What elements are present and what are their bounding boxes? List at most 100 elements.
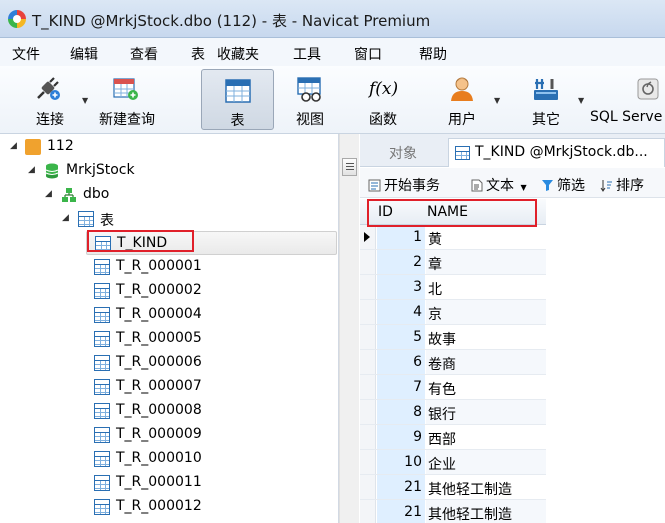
- menu-favorites[interactable]: 收藏夹: [217, 44, 259, 64]
- cell-id[interactable]: 9: [377, 425, 425, 449]
- filter-icon: [542, 180, 553, 191]
- cell-name[interactable]: 西部: [426, 425, 546, 449]
- expand-arrow-icon[interactable]: ◢: [28, 165, 35, 175]
- view-button[interactable]: 视图: [281, 66, 339, 130]
- cell-name[interactable]: 其他轻工制造: [426, 475, 546, 499]
- sort-button[interactable]: 排序: [600, 175, 644, 195]
- filter-button[interactable]: 筛选: [541, 175, 585, 195]
- cell-name[interactable]: 黄: [426, 225, 546, 249]
- connect-button[interactable]: 连接: [20, 66, 80, 130]
- cell-id[interactable]: 6: [377, 350, 425, 374]
- user-dropdown-icon[interactable]: ▼: [494, 96, 500, 105]
- tree-table-item[interactable]: T_R_000012: [86, 495, 337, 519]
- cell-id[interactable]: 3: [377, 275, 425, 299]
- cell-name[interactable]: 章: [426, 250, 546, 274]
- sql-server-button[interactable]: SQL Serve: [590, 66, 665, 130]
- cell-name[interactable]: 银行: [426, 400, 546, 424]
- cell-id[interactable]: 2: [377, 250, 425, 274]
- table-row[interactable]: 10 企业: [360, 450, 546, 475]
- cell-name[interactable]: 卷商: [426, 350, 546, 374]
- table-row[interactable]: 4 京: [360, 300, 546, 325]
- cell-name[interactable]: 北: [426, 275, 546, 299]
- tree-table-item[interactable]: T_R_000007: [86, 375, 337, 399]
- tree-table-item[interactable]: T_R_000005: [86, 327, 337, 351]
- cell-name[interactable]: 故事: [426, 325, 546, 349]
- menu-help[interactable]: 帮助: [419, 44, 447, 64]
- tree-tables-label: 表: [100, 213, 114, 229]
- tree-table-item[interactable]: T_R_000008: [86, 399, 337, 423]
- tab-objects[interactable]: 对象: [360, 138, 446, 167]
- expand-arrow-icon[interactable]: ◢: [45, 189, 52, 199]
- table-row[interactable]: 21 其他轻工制造: [360, 500, 546, 523]
- menu-file[interactable]: 文件: [12, 44, 40, 64]
- row-indicator: [360, 500, 376, 523]
- tree-table-item[interactable]: T_R_000001: [86, 255, 337, 279]
- cell-id[interactable]: 8: [377, 400, 425, 424]
- tree-table-item[interactable]: T_R_000002: [86, 279, 337, 303]
- text-button[interactable]: 文本 ▼: [470, 175, 527, 195]
- table-row[interactable]: 2 章: [360, 250, 546, 275]
- table-name: T_R_000010: [116, 450, 202, 466]
- expand-arrow-icon[interactable]: ◢: [10, 141, 17, 151]
- cell-id[interactable]: 4: [377, 300, 425, 324]
- cell-id[interactable]: 21: [377, 475, 425, 499]
- table-icon: [94, 355, 110, 371]
- table-row[interactable]: 6 卷商: [360, 350, 546, 375]
- cell-name[interactable]: 企业: [426, 450, 546, 474]
- tree-node-database[interactable]: ◢ MrkjStock: [6, 159, 336, 183]
- table-icon: [94, 379, 110, 395]
- table-icon: [94, 259, 110, 275]
- cell-name[interactable]: 有色: [426, 375, 546, 399]
- cell-id[interactable]: 10: [377, 450, 425, 474]
- cell-id[interactable]: 7: [377, 375, 425, 399]
- menu-window[interactable]: 窗口: [354, 44, 382, 64]
- table-row[interactable]: 8 银行: [360, 400, 546, 425]
- column-header-name[interactable]: NAME: [427, 204, 468, 220]
- new-query-button[interactable]: 新建查询: [92, 66, 162, 130]
- function-button[interactable]: f(x) 函数: [354, 66, 412, 130]
- tree-node-schema[interactable]: ◢ dbo: [6, 183, 336, 207]
- table-row[interactable]: 3 北: [360, 275, 546, 300]
- menu-tools[interactable]: 工具: [293, 44, 321, 64]
- user-button[interactable]: 用户: [432, 66, 492, 130]
- tree-table-item[interactable]: T_R_000011: [86, 471, 337, 495]
- begin-transaction-button[interactable]: 开始事务: [368, 175, 440, 195]
- cell-id[interactable]: 5: [377, 325, 425, 349]
- tree-table-item[interactable]: T_R_000010: [86, 447, 337, 471]
- column-header-id[interactable]: ID: [378, 204, 393, 220]
- tree-table-item[interactable]: T_R_000006: [86, 351, 337, 375]
- menu-edit[interactable]: 编辑: [70, 44, 98, 64]
- table-icon: [94, 307, 110, 323]
- menu-view[interactable]: 查看: [130, 44, 158, 64]
- tree-table-item[interactable]: T_R_000004: [86, 303, 337, 327]
- tree-table-item[interactable]: T_R_000009: [86, 423, 337, 447]
- panel-menu-icon[interactable]: [342, 158, 357, 176]
- table-row[interactable]: 7 有色: [360, 375, 546, 400]
- tree-node-server[interactable]: ◢ 112: [6, 135, 336, 159]
- table-row[interactable]: 1 黄: [360, 225, 546, 250]
- table-button[interactable]: 表: [201, 69, 274, 130]
- row-indicator: [360, 225, 376, 249]
- table-name: T_KIND: [117, 235, 168, 251]
- tree-node-tables-folder[interactable]: ◢ 表: [6, 207, 336, 231]
- others-dropdown-icon[interactable]: ▼: [578, 96, 584, 105]
- tree-schema-label: dbo: [83, 186, 110, 202]
- connect-dropdown-icon[interactable]: ▼: [82, 96, 88, 105]
- table-name: T_R_000005: [116, 330, 202, 346]
- table-label: 表: [230, 113, 245, 129]
- cell-name[interactable]: 其他轻工制造: [426, 500, 546, 523]
- others-button[interactable]: 其它: [518, 66, 574, 130]
- tree-scrollbar[interactable]: [339, 134, 359, 523]
- tree-table-item[interactable]: T_KIND: [86, 231, 337, 255]
- cell-id[interactable]: 21: [377, 500, 425, 523]
- cell-name[interactable]: 京: [426, 300, 546, 324]
- tab-t-kind[interactable]: T_KIND @MrkjStock.db...: [448, 138, 665, 167]
- table-row[interactable]: 9 西部: [360, 425, 546, 450]
- expand-arrow-icon[interactable]: ◢: [62, 213, 69, 223]
- table-row[interactable]: 21 其他轻工制造: [360, 475, 546, 500]
- cell-id[interactable]: 1: [377, 225, 425, 249]
- text-dropdown-icon[interactable]: ▼: [520, 183, 526, 192]
- window-title: T_KIND @MrkjStock.dbo (112) - 表 - Navica…: [32, 12, 431, 30]
- menu-table[interactable]: 表: [191, 44, 205, 64]
- table-row[interactable]: 5 故事: [360, 325, 546, 350]
